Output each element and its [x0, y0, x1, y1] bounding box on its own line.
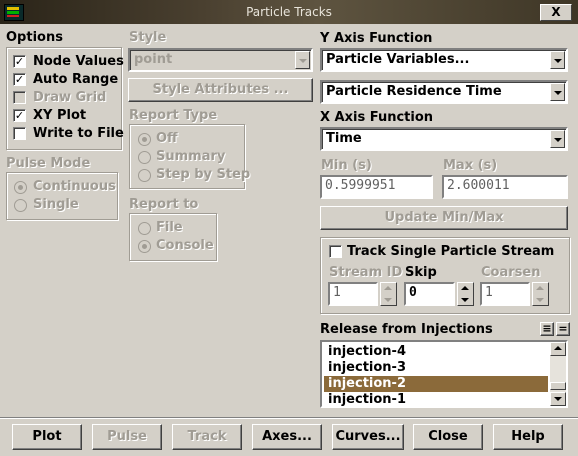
skip-field[interactable]: 0 [404, 282, 455, 306]
min-label: Min (s) [321, 158, 372, 173]
chevron-down-icon[interactable] [550, 51, 565, 69]
off-radio[interactable] [138, 133, 151, 146]
skip-spinner[interactable] [457, 282, 474, 306]
x-axis-title: X Axis Function [320, 110, 434, 125]
coarsen-spinner[interactable] [532, 282, 549, 306]
console-label: Console [156, 238, 214, 253]
list-item[interactable]: injection-3 [324, 360, 548, 376]
title-bar[interactable]: Particle Tracks X [0, 0, 578, 24]
spin-down-icon[interactable] [533, 294, 548, 305]
coarsen-label: Coarsen [481, 265, 541, 280]
list-item[interactable]: injection-2 [324, 376, 548, 392]
track-button[interactable]: Track [172, 424, 242, 450]
write-to-file-label: Write to File [33, 126, 124, 141]
continuous-label: Continuous [33, 179, 116, 194]
options-title: Options [6, 30, 63, 45]
scroll-down-icon[interactable] [550, 392, 566, 406]
list-item[interactable]: injection-1 [324, 392, 548, 408]
style-value: point [134, 52, 173, 67]
single-radio[interactable] [14, 199, 27, 212]
xy-plot-checkbox[interactable]: ✓ [13, 109, 26, 122]
list-item[interactable]: injection-4 [324, 344, 548, 360]
skip-label: Skip [405, 265, 437, 280]
spin-down-icon[interactable] [458, 294, 473, 305]
track-single-label: Track Single Particle Stream [347, 244, 555, 259]
close-button[interactable]: Close [413, 424, 483, 450]
file-label: File [156, 220, 183, 235]
single-label: Single [33, 197, 79, 212]
track-single-checkbox[interactable] [329, 245, 342, 258]
draw-grid-checkbox[interactable] [13, 91, 26, 104]
deselect-all-icon[interactable]: = [556, 322, 570, 336]
report-type-title: Report Type [129, 108, 218, 123]
continuous-radio[interactable] [14, 181, 27, 194]
console-radio[interactable] [138, 240, 151, 253]
injections-listbox[interactable]: injection-4 injection-3 injection-2 inje… [320, 340, 568, 408]
style-dropdown[interactable]: point [128, 48, 313, 72]
step-by-step-radio[interactable] [138, 169, 151, 182]
y-axis-variable-dropdown[interactable]: Particle Residence Time [320, 80, 568, 104]
node-values-label: Node Values [33, 54, 124, 69]
window-title: Particle Tracks [246, 5, 332, 19]
coarsen-field[interactable]: 1 [480, 282, 530, 306]
off-label: Off [156, 131, 178, 146]
y-axis-title: Y Axis Function [320, 31, 433, 46]
stream-id-spinner[interactable] [380, 282, 397, 306]
write-to-file-checkbox[interactable] [13, 127, 26, 140]
auto-range-checkbox[interactable]: ✓ [13, 73, 26, 86]
node-values-checkbox[interactable]: ✓ [13, 55, 26, 68]
select-all-icon[interactable]: ≡ [540, 322, 554, 336]
spin-up-icon[interactable] [458, 283, 473, 294]
pulse-mode-title: Pulse Mode [6, 156, 91, 171]
chevron-down-icon[interactable] [550, 83, 565, 101]
plot-button[interactable]: Plot [12, 424, 82, 450]
draw-grid-label: Draw Grid [33, 90, 107, 105]
help-button[interactable]: Help [493, 424, 563, 450]
max-field[interactable]: 2.600011 [442, 175, 568, 199]
y-axis-category-dropdown[interactable]: Particle Variables... [320, 48, 568, 72]
file-radio[interactable] [138, 222, 151, 235]
spin-up-icon[interactable] [533, 283, 548, 294]
step-by-step-label: Step by Step [156, 167, 251, 182]
update-min-max-button[interactable]: Update Min/Max [320, 206, 568, 230]
min-field[interactable]: 0.5999951 [320, 175, 433, 199]
axes-button[interactable]: Axes... [252, 424, 322, 450]
spin-down-icon[interactable] [381, 294, 396, 305]
chevron-down-icon[interactable] [550, 130, 565, 148]
y-axis-category-value: Particle Variables... [326, 52, 470, 67]
style-title: Style [129, 30, 167, 45]
scroll-thumb[interactable] [550, 382, 566, 390]
y-axis-variable-value: Particle Residence Time [326, 84, 502, 99]
spin-up-icon[interactable] [381, 283, 396, 294]
scroll-up-icon[interactable] [550, 342, 566, 356]
summary-label: Summary [156, 149, 226, 164]
xy-plot-label: XY Plot [33, 108, 87, 123]
separator [0, 417, 578, 418]
release-title: Release from Injections [320, 322, 493, 337]
stream-id-label: Stream ID [329, 265, 403, 280]
style-attributes-button[interactable]: Style Attributes ... [128, 78, 313, 102]
max-label: Max (s) [443, 158, 498, 173]
x-axis-value: Time [326, 131, 362, 146]
chevron-down-icon[interactable] [295, 51, 310, 69]
report-to-title: Report to [129, 197, 199, 212]
pulse-button[interactable]: Pulse [92, 424, 162, 450]
summary-radio[interactable] [138, 151, 151, 164]
x-axis-dropdown[interactable]: Time [320, 127, 568, 151]
auto-range-label: Auto Range [33, 72, 119, 87]
list-scrollbar[interactable] [550, 342, 566, 406]
stream-id-field[interactable]: 1 [328, 282, 378, 306]
close-window-button[interactable]: X [540, 4, 572, 21]
curves-button[interactable]: Curves... [332, 424, 404, 450]
